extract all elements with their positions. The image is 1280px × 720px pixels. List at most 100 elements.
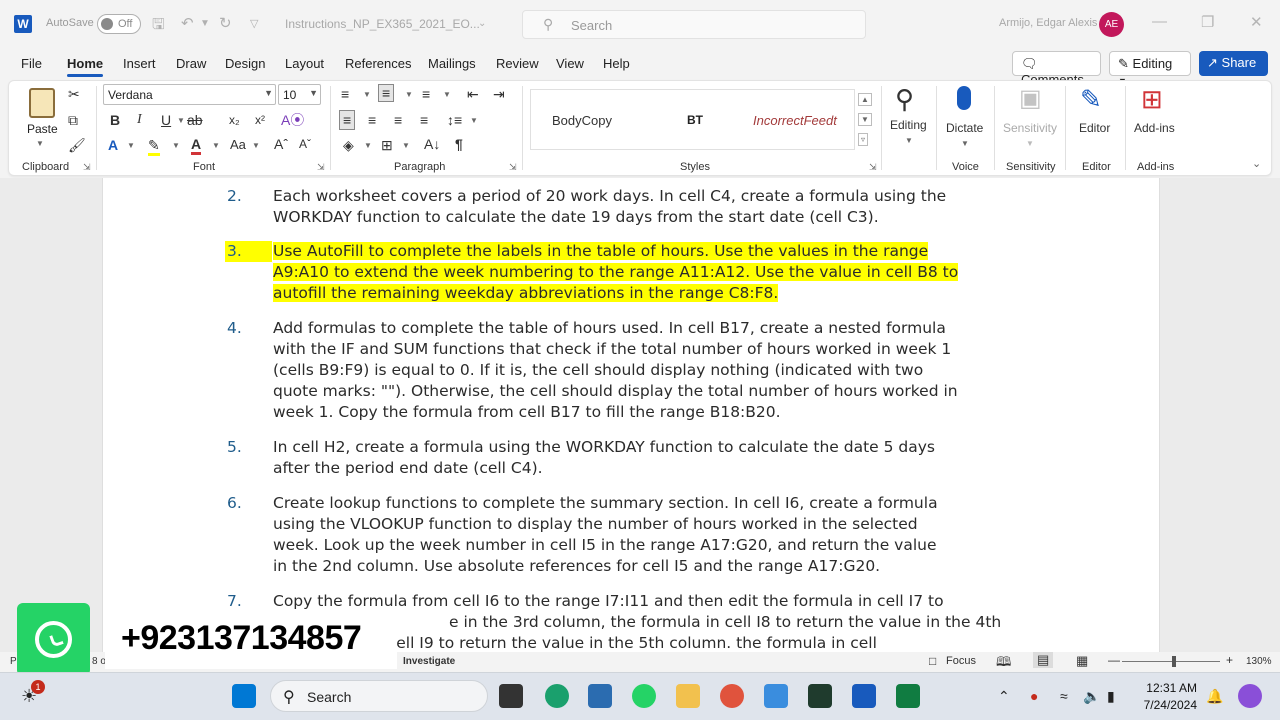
change-case-icon[interactable]: Aa bbox=[230, 137, 246, 153]
sort-icon[interactable]: A↓ bbox=[424, 136, 440, 152]
clear-formatting-icon[interactable]: A⦿ bbox=[281, 112, 304, 128]
volume-icon[interactable]: 🔈 bbox=[1083, 688, 1100, 705]
numbering-icon[interactable]: ≡ bbox=[378, 84, 395, 102]
restore-icon[interactable]: ❐ bbox=[1201, 13, 1214, 31]
search-input[interactable]: ⚲ Search bbox=[522, 10, 866, 39]
align-center-icon[interactable]: ≡ bbox=[368, 112, 376, 128]
tab-references[interactable]: References bbox=[345, 56, 411, 71]
clipboard-launcher-icon[interactable]: ⇲ bbox=[83, 162, 91, 173]
redo-icon[interactable]: ↻ bbox=[219, 14, 232, 32]
paragraph-launcher-icon[interactable]: ⇲ bbox=[509, 162, 517, 173]
close-icon[interactable]: ✕ bbox=[1250, 13, 1263, 31]
borders-chevron-icon[interactable]: ▼ bbox=[402, 141, 410, 150]
page-indicator-prefix[interactable]: P bbox=[10, 656, 17, 667]
print-layout-icon[interactable]: ▤ bbox=[1033, 652, 1054, 668]
document-page[interactable]: 2. Each worksheet covers a period of 20 … bbox=[102, 178, 1160, 652]
tab-file[interactable]: File bbox=[21, 56, 42, 71]
share-button[interactable]: ↗ Share bbox=[1199, 51, 1268, 76]
wifi-icon[interactable]: ≈ bbox=[1060, 688, 1068, 704]
zoom-out-icon[interactable]: — bbox=[1108, 653, 1120, 667]
text-effects-icon[interactable]: A bbox=[108, 137, 118, 153]
style-bt[interactable]: BT bbox=[687, 113, 703, 127]
style-bodycopy[interactable]: BodyCopy bbox=[552, 113, 612, 128]
tab-home[interactable]: Home bbox=[67, 56, 104, 77]
format-painter-icon[interactable]: 🖌 bbox=[68, 137, 86, 153]
tab-mailings[interactable]: Mailings bbox=[428, 56, 476, 71]
shading-chevron-icon[interactable]: ▼ bbox=[364, 141, 372, 150]
excel-taskbar-icon[interactable] bbox=[896, 684, 920, 708]
align-right-icon[interactable]: ≡ bbox=[394, 112, 402, 128]
line-spacing-icon[interactable]: ↕≡ bbox=[447, 112, 462, 128]
styles-launcher-icon[interactable]: ⇲ bbox=[869, 162, 877, 173]
bullets-chevron-icon[interactable]: ▼ bbox=[363, 90, 371, 99]
copilot-icon[interactable] bbox=[1238, 684, 1262, 708]
store-icon[interactable] bbox=[588, 684, 612, 708]
title-chevron-icon[interactable]: ⌄ bbox=[478, 18, 486, 29]
font-color-chevron-icon[interactable]: ▼ bbox=[212, 141, 220, 150]
tab-view[interactable]: View bbox=[556, 56, 584, 71]
numbering-chevron-icon[interactable]: ▼ bbox=[405, 90, 413, 99]
font-launcher-icon[interactable]: ⇲ bbox=[317, 162, 325, 173]
word-taskbar-icon[interactable] bbox=[852, 684, 876, 708]
start-icon[interactable] bbox=[232, 684, 256, 708]
zoom-in-icon[interactable]: + bbox=[1226, 653, 1233, 667]
user-name[interactable]: Armijo, Edgar Alexis bbox=[999, 17, 1097, 29]
tab-layout[interactable]: Layout bbox=[285, 56, 324, 71]
investigate-label[interactable]: Investigate bbox=[403, 656, 455, 667]
multilevel-chevron-icon[interactable]: ▼ bbox=[443, 90, 451, 99]
zoom-slider[interactable] bbox=[1122, 661, 1220, 662]
underline-chevron-icon[interactable]: ▼ bbox=[177, 116, 185, 125]
tab-help[interactable]: Help bbox=[603, 56, 630, 71]
justify-icon[interactable]: ≡ bbox=[420, 112, 428, 128]
avatar[interactable]: AE bbox=[1099, 12, 1124, 37]
font-color-icon[interactable]: A bbox=[191, 136, 202, 155]
cut-icon[interactable]: ✂ bbox=[68, 86, 80, 102]
highlight-icon[interactable]: ✎ bbox=[148, 137, 160, 156]
multilevel-list-icon[interactable]: ≡ bbox=[422, 86, 430, 102]
autosave-toggle[interactable]: Off bbox=[97, 14, 141, 34]
chevron-up-icon[interactable]: ⌃ bbox=[998, 688, 1010, 705]
show-marks-icon[interactable]: ¶ bbox=[455, 136, 463, 152]
tab-insert[interactable]: Insert bbox=[123, 56, 156, 71]
task-view-icon[interactable] bbox=[499, 684, 523, 708]
chrome-icon[interactable] bbox=[720, 684, 744, 708]
underline-icon[interactable]: U bbox=[161, 112, 171, 128]
notifications-icon[interactable]: 🔔 bbox=[1206, 688, 1223, 705]
edge-icon[interactable] bbox=[545, 684, 569, 708]
highlight-chevron-icon[interactable]: ▼ bbox=[172, 141, 180, 150]
bullets-icon[interactable]: ≡ bbox=[341, 86, 349, 102]
tab-review[interactable]: Review bbox=[496, 56, 539, 71]
superscript-icon[interactable]: x² bbox=[255, 112, 265, 128]
document-title[interactable]: Instructions_NP_EX365_2021_EO... bbox=[285, 17, 480, 31]
file-explorer-icon[interactable] bbox=[676, 684, 700, 708]
styles-more-icon[interactable]: ▿ bbox=[858, 133, 869, 146]
record-icon[interactable]: ● bbox=[1030, 688, 1038, 704]
undo-dropdown-icon[interactable]: ▼ bbox=[200, 18, 210, 29]
notepad-icon[interactable] bbox=[764, 684, 788, 708]
focus-label[interactable]: Focus bbox=[946, 655, 976, 667]
line-spacing-chevron-icon[interactable]: ▼ bbox=[470, 116, 478, 125]
tab-design[interactable]: Design bbox=[225, 56, 265, 71]
bold-icon[interactable]: B bbox=[110, 112, 120, 128]
clock[interactable]: 12:31 AM 7/24/2024 bbox=[1141, 680, 1197, 714]
shading-icon[interactable]: ◈ bbox=[343, 137, 354, 153]
copy-icon[interactable]: ⧉ bbox=[68, 112, 78, 128]
text-effects-chevron-icon[interactable]: ▼ bbox=[127, 141, 135, 150]
font-name-select[interactable]: Verdana ▼ bbox=[103, 84, 276, 105]
subscript-icon[interactable]: x₂ bbox=[229, 112, 240, 128]
tab-draw[interactable]: Draw bbox=[176, 56, 206, 71]
zoom-level[interactable]: 130% bbox=[1246, 656, 1272, 667]
change-case-chevron-icon[interactable]: ▼ bbox=[252, 141, 260, 150]
italic-icon[interactable]: I bbox=[137, 112, 142, 128]
strikethrough-icon[interactable]: ab bbox=[187, 112, 203, 128]
focus-icon[interactable]: □ bbox=[929, 654, 936, 668]
capcut-icon[interactable] bbox=[808, 684, 832, 708]
grow-font-icon[interactable]: Aˆ bbox=[274, 136, 288, 152]
font-size-select[interactable]: 10 ▼ bbox=[278, 84, 321, 105]
styles-scroll-down-icon[interactable]: ▼ bbox=[858, 113, 872, 126]
increase-indent-icon[interactable]: ⇥ bbox=[493, 86, 505, 102]
taskbar-search-input[interactable]: ⚲ Search bbox=[270, 680, 488, 712]
battery-icon[interactable]: ▮ bbox=[1107, 688, 1115, 705]
borders-icon[interactable]: ⊞ bbox=[381, 137, 393, 153]
save-icon[interactable]: 🖫 bbox=[152, 14, 165, 39]
